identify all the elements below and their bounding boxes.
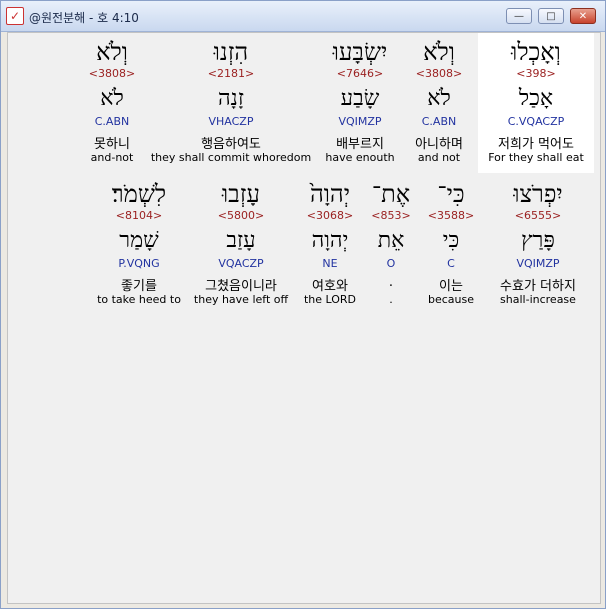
hebrew-lemma: יְהוָה	[311, 228, 349, 253]
word-column[interactable]: כִּי־ <3588> כִּי C 이는 because	[420, 175, 482, 315]
morphology-code: C	[447, 257, 455, 270]
close-button[interactable]: ✕	[570, 8, 596, 24]
word-column[interactable]: עָזְבוּ <5800> עָזַב VQACZP 그쳤음이니라 they …	[188, 175, 294, 315]
hebrew-word: וְלֹא	[423, 38, 455, 66]
hebrew-lemma: כִּי	[442, 228, 460, 253]
strong-number[interactable]: <3068>	[296, 209, 364, 222]
english-gloss: .	[389, 293, 393, 306]
hebrew-word: יְהוָה֙	[309, 180, 351, 208]
korean-gloss: 그쳤음이니라	[205, 279, 277, 294]
strong-number[interactable]: <3808>	[404, 67, 474, 80]
hebrew-word: יִשְׂבָּעוּ	[332, 38, 388, 66]
app-window: ✓ @원전분해 - 호 4:10 — □ ✕ וְלֹא <3808> לֹא …	[0, 0, 606, 609]
morphology-code: VHACZP	[208, 115, 254, 128]
hebrew-lemma: שָׂבַע	[340, 86, 380, 111]
english-gloss: they have left off	[193, 293, 289, 306]
window-title: @원전분해 - 호 4:10	[29, 11, 139, 25]
english-gloss: shall-increase	[500, 293, 576, 306]
korean-gloss: 여호와	[312, 279, 348, 294]
hebrew-lemma: לֹא	[427, 86, 451, 111]
hebrew-lemma: שָׁמַר	[119, 228, 159, 253]
english-gloss: and not	[417, 151, 461, 164]
english-gloss: have enouth	[325, 151, 395, 164]
hebrew-lemma: לֹא	[100, 86, 124, 111]
hebrew-lemma: פָּרַץ	[521, 228, 555, 253]
word-column-selected[interactable]: וְאָכְלוּ <398> אָכַל C.VQACZP 저희가 먹어도 F…	[478, 33, 594, 173]
title-bar[interactable]: ✓ @원전분해 - 호 4:10 — □ ✕	[1, 1, 605, 32]
morphology-code: C.VQACZP	[507, 115, 565, 128]
korean-gloss: 수효가 더하지	[500, 279, 576, 294]
morphology-code: C.ABN	[421, 115, 457, 128]
hebrew-lemma: אָכַל	[518, 86, 554, 111]
strong-number[interactable]: <5800>	[188, 209, 294, 222]
word-column[interactable]: הִזְנוּ <2181> זָנָה VHACZP 행음하여도 they s…	[146, 33, 316, 173]
word-column[interactable]: לִשְׁמֹר׃ <8104> שָׁמַר P.VQNG 좋기를 to ta…	[90, 175, 188, 315]
morphology-code: NE	[322, 257, 338, 270]
hebrew-word: לִשְׁמֹר׃	[111, 180, 167, 208]
morphology-code: VQIMZP	[338, 115, 382, 128]
maximize-button[interactable]: □	[538, 8, 564, 24]
strong-number[interactable]: <3808>	[76, 67, 148, 80]
hebrew-lemma: אֵת	[377, 228, 405, 253]
word-column[interactable]: אֶת־ <853> אֵת O . .	[366, 175, 416, 315]
strong-number[interactable]: <8104>	[90, 209, 188, 222]
korean-gloss: .	[388, 275, 394, 290]
korean-gloss: 저희가 먹어도	[498, 137, 574, 152]
word-column[interactable]: וְלֹא <3808> לֹא C.ABN 아니하며 and not	[404, 33, 474, 173]
korean-gloss: 아니하며	[415, 137, 463, 152]
verse-analysis-panel: וְלֹא <3808> לֹא C.ABN 못하니 and-not הִזְנ…	[7, 32, 601, 604]
korean-gloss: 못하니	[94, 137, 130, 152]
hebrew-word: כִּי־	[437, 180, 465, 208]
word-row-2: לִשְׁמֹר׃ <8104> שָׁמַר P.VQNG 좋기를 to ta…	[8, 175, 600, 315]
hebrew-word: יִפְרֹצוּ	[513, 180, 563, 208]
strong-number[interactable]: <2181>	[146, 67, 316, 80]
hebrew-word: אֶת־	[371, 180, 411, 208]
word-row-1: וְלֹא <3808> לֹא C.ABN 못하니 and-not הִזְנ…	[8, 33, 600, 173]
english-gloss: the LORD	[303, 293, 357, 306]
hebrew-word: וְאָכְלוּ	[511, 38, 561, 66]
morphology-code: VQIMZP	[516, 257, 560, 270]
word-column[interactable]: יִשְׂבָּעוּ <7646> שָׂבַע VQIMZP 배부르지 ha…	[320, 33, 400, 173]
korean-gloss: 배부르지	[336, 137, 384, 152]
hebrew-word: וְלֹא	[96, 38, 128, 66]
word-column[interactable]: יְהוָה֙ <3068> יְהוָה NE 여호와 the LORD	[296, 175, 364, 315]
korean-gloss: 좋기를	[121, 279, 157, 294]
morphology-code: P.VQNG	[118, 257, 160, 270]
strong-number[interactable]: <853>	[366, 209, 416, 222]
minimize-button[interactable]: —	[506, 8, 532, 24]
korean-gloss: 이는	[439, 279, 463, 294]
english-gloss: because	[427, 293, 474, 306]
hebrew-lemma: עָזַב	[226, 228, 256, 253]
hebrew-word: עָזְבוּ	[222, 180, 260, 208]
strong-number[interactable]: <398>	[478, 67, 594, 80]
korean-gloss: 행음하여도	[201, 137, 261, 152]
strong-number[interactable]: <7646>	[320, 67, 400, 80]
english-gloss: to take heed to	[97, 293, 181, 306]
strong-number[interactable]: <3588>	[420, 209, 482, 222]
english-gloss: For they shall eat	[488, 151, 584, 164]
word-column[interactable]: וְלֹא <3808> לֹא C.ABN 못하니 and-not	[76, 33, 148, 173]
hebrew-lemma: זָנָה	[218, 86, 244, 111]
english-gloss: and-not	[90, 151, 134, 164]
morphology-code: C.ABN	[94, 115, 130, 128]
strong-number[interactable]: <6555>	[484, 209, 592, 222]
app-checkmark-icon: ✓	[6, 7, 24, 25]
hebrew-word: הִזְנוּ	[213, 38, 249, 66]
english-gloss: they shall commit whoredom	[150, 151, 312, 164]
morphology-code: O	[386, 257, 396, 270]
word-column[interactable]: יִפְרֹצוּ <6555> פָּרַץ VQIMZP 수효가 더하지 s…	[484, 175, 592, 315]
morphology-code: VQACZP	[218, 257, 264, 270]
